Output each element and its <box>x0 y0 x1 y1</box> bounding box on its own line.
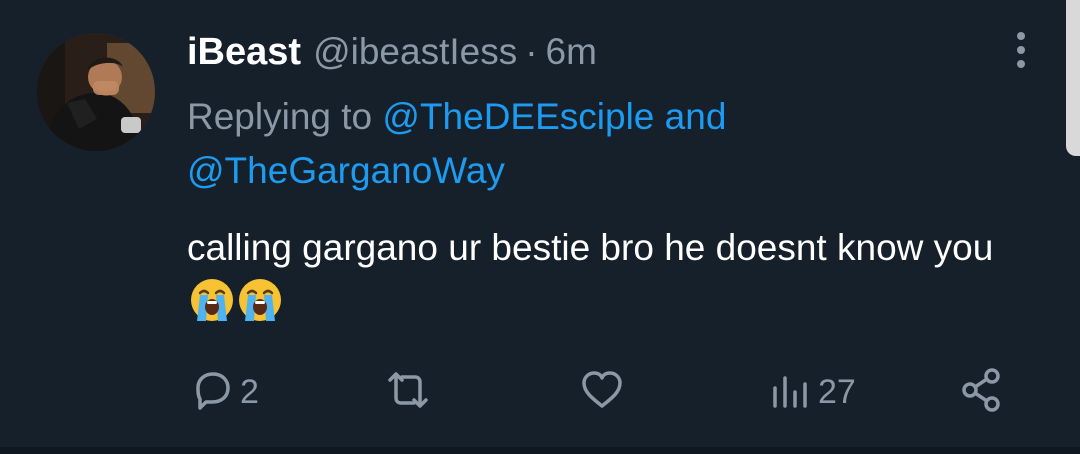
display-name[interactable]: iBeast <box>187 31 301 74</box>
retweet-button[interactable] <box>382 362 440 422</box>
tweet[interactable]: iBeast @ibeastIess · 6m Replying to @The… <box>0 0 1080 454</box>
avatar[interactable] <box>37 33 155 151</box>
views-icon <box>768 368 812 417</box>
like-button[interactable] <box>578 362 632 422</box>
loudly-crying-face-icon <box>189 277 235 323</box>
views-count: 27 <box>818 372 856 411</box>
share-icon <box>958 366 1006 419</box>
share-button[interactable] <box>958 362 1006 422</box>
mention-joiner: and <box>654 96 727 137</box>
divider <box>0 447 1080 454</box>
loudly-crying-face-icon <box>237 277 283 323</box>
user-handle[interactable]: @ibeastIess <box>313 31 517 73</box>
mention-link[interactable]: @TheDEEsciple <box>382 96 654 137</box>
views-button[interactable]: 27 <box>768 362 856 422</box>
replying-to: Replying to @TheDEEsciple and @TheGargan… <box>187 90 1007 198</box>
reply-count: 2 <box>240 372 259 411</box>
like-icon <box>578 368 626 417</box>
reply-icon <box>190 368 234 417</box>
timestamp[interactable]: 6m <box>546 31 597 73</box>
tweet-text-content: calling gargano ur bestie bro he doesnt … <box>187 227 994 268</box>
more-icon[interactable] <box>1006 30 1036 70</box>
mention-link[interactable]: @TheGarganoWay <box>187 150 505 191</box>
reply-button[interactable]: 2 <box>190 362 259 422</box>
tweet-text: calling gargano ur bestie bro he doesnt … <box>187 219 1007 333</box>
scrollbar[interactable] <box>1066 0 1080 156</box>
replying-to-label: Replying to <box>187 96 383 137</box>
action-bar: 2 27 <box>0 362 1080 422</box>
separator-dot: · <box>525 31 538 72</box>
tweet-header: iBeast @ibeastIess · 6m <box>187 22 597 82</box>
retweet-icon <box>382 368 434 417</box>
